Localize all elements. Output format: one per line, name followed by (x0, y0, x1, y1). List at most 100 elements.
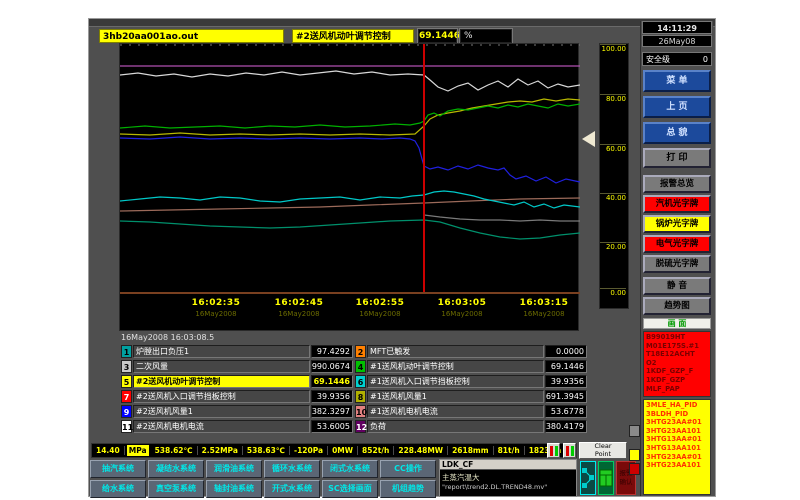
legend-value: 53.6005 (311, 420, 353, 433)
status-value: 2618mm (448, 446, 494, 455)
warning-alarm-list[interactable]: 3MLE_HA_PID3BLDH_PID3HTG23AA#013HTG23AA1… (643, 399, 711, 495)
nav-row-2: 给水系统真空泵系统轴封油系统开式水系统SC选择画面机组趋势 (89, 479, 437, 499)
legend-color-square: 3 (121, 360, 132, 373)
nav-button[interactable]: 循环水系统 (264, 460, 320, 478)
nav-button[interactable]: 凝结水系统 (148, 460, 204, 478)
value-slider-strip[interactable] (581, 43, 599, 331)
y-tick: 40.00 (600, 193, 626, 202)
alarm-plate-button[interactable]: 汽机光字牌 (643, 195, 711, 213)
x-tick: 16:02:4516May2008 (257, 298, 341, 318)
x-tick-time: 16:02:45 (257, 298, 341, 308)
legend-label: 二次风量 (133, 360, 310, 373)
x-tick: 16:03:1516May2008 (502, 298, 586, 318)
nav-button[interactable]: CC操作 (380, 460, 436, 478)
legend-row[interactable]: 9#2送风机风量1382.3297 (121, 405, 353, 418)
nav-button[interactable]: 润滑油系统 (206, 460, 262, 478)
trend-page-button[interactable]: 趋势图 (643, 297, 711, 315)
legend-row[interactable]: 10#1送风机电机电流53.6778 (355, 405, 587, 418)
legend-color-square: 12 (355, 420, 366, 433)
x-tick-time: 16:02:55 (338, 298, 422, 308)
alarm-overview-button[interactable]: 报警总览 (643, 175, 711, 193)
legend-row[interactable]: 11#2送风机电机电流53.6005 (121, 420, 353, 433)
nav-button[interactable]: 机组趋势 (380, 480, 436, 498)
nav-button[interactable]: 抽汽系统 (90, 460, 146, 478)
nav-button[interactable]: 真空泵系统 (148, 480, 204, 498)
prev-page-button[interactable]: 上 页 (643, 96, 711, 118)
alarm-entry[interactable]: 3MLE_HA_PID (646, 401, 710, 410)
print-button[interactable]: 打 印 (643, 148, 711, 168)
point-unit-box: % (460, 29, 512, 43)
message-console[interactable]: LDK_CF 主蒸汽温大 "report\trend2.DL.TREND48.m… (439, 459, 577, 497)
nav-button[interactable]: 给水系统 (90, 480, 146, 498)
alarm-plate-button[interactable]: 电气光字牌 (643, 235, 711, 253)
date-display: 26May08 (642, 35, 712, 47)
legend-value: 39.9356 (311, 390, 353, 403)
legend-row[interactable]: 6#1送风机入口调节挡板控制39.9356 (355, 375, 587, 388)
legend-value: 97.4292 (311, 345, 353, 358)
clear-point-button[interactable]: Clear Point (579, 442, 627, 459)
point-description-box[interactable]: #2送风机动叶调节控制 (292, 29, 414, 43)
alarm-entry[interactable]: 3BLDH_PID (646, 410, 710, 419)
alarm-entry[interactable]: 3HTG13AA101 (646, 444, 710, 453)
alarm-entry[interactable]: 3HTG23AA101 (646, 461, 710, 470)
mute-button[interactable]: 静 音 (643, 277, 711, 295)
legend-row[interactable]: 2MFT已触发0.0000 (355, 345, 587, 358)
menu-button[interactable]: 菜 单 (643, 70, 711, 92)
legend-row[interactable]: 12负荷380.4179 (355, 420, 587, 433)
x-tick-time: 16:03:15 (502, 298, 586, 308)
indicator-button-2[interactable] (563, 443, 576, 458)
legend-row[interactable]: 8#1送风机风量1691.3945 (355, 390, 587, 403)
mini-yellow-indicator[interactable] (629, 449, 640, 461)
slider-pointer-icon[interactable] (582, 131, 595, 147)
green-bar-icon (555, 446, 558, 456)
legend-color-square: 11 (121, 420, 132, 433)
nav-button[interactable]: 开式水系统 (264, 480, 320, 498)
alarm-entry[interactable]: T18E12ACHT (646, 350, 710, 359)
alarm-entry[interactable]: MLF_PAP (646, 385, 710, 394)
legend-value: 0.0000 (545, 345, 587, 358)
console-selected-item[interactable]: LDK_CF (440, 460, 576, 470)
curve-#1送风机动叶调节控制 (120, 104, 580, 128)
nav-button[interactable]: SC选择画面 (322, 480, 378, 498)
point-tag-box[interactable]: 3hb20aa001ao.out (99, 29, 284, 43)
legend-row[interactable]: 1炉膛出口负压197.4292 (121, 345, 353, 358)
legend-row[interactable]: 3二次风量990.0674 (121, 360, 353, 373)
overview-button[interactable]: 总 貌 (643, 122, 711, 144)
alarm-entry[interactable]: 3HTG23AA#01 (646, 453, 710, 462)
alarm-entry[interactable]: O2 (646, 359, 710, 368)
legend-value: 69.1446 (545, 360, 587, 373)
window-title-strip (89, 19, 715, 27)
indicator-button-1[interactable] (547, 443, 560, 458)
legend-value: 53.6778 (545, 405, 587, 418)
alarm-entry[interactable]: 1KDF_GZP (646, 376, 710, 385)
alarm-entry[interactable]: 3HTG23AA101 (646, 427, 710, 436)
legend-value: 39.9356 (545, 375, 587, 388)
trend-plot[interactable]: 16:02:3516May200816:02:4516May200816:02:… (119, 43, 579, 331)
legend-row[interactable]: 7#2送风机入口调节挡板控制39.9356 (121, 390, 353, 403)
legend-row[interactable]: 5#2送风机动叶调节控制69.1446 (121, 375, 353, 388)
status-value: 0MW (328, 446, 358, 455)
mini-red-indicator[interactable] (629, 463, 640, 475)
alarm-plate-buttons: 汽机光字牌锅炉光字牌电气光字牌脱硫光字牌 (641, 193, 713, 273)
network-nodes-icon[interactable] (580, 461, 596, 495)
legend-row[interactable]: 4#1送风机动叶调节控制69.1446 (355, 360, 587, 373)
mini-grid-button[interactable] (629, 425, 640, 437)
clear-point-label-2: Point (580, 451, 626, 459)
nav-button[interactable]: 闭式水系统 (322, 460, 378, 478)
alarm-plate-button[interactable]: 锅炉光字牌 (643, 215, 711, 233)
status-value: -120Pa (290, 446, 328, 455)
alarm-entry[interactable]: B99019HT (646, 333, 710, 342)
alarm-entry[interactable]: 3HTG13AA#01 (646, 435, 710, 444)
alarm-plate-button[interactable]: 脱硫光字牌 (643, 255, 711, 273)
nav-button[interactable]: 轴封油系统 (206, 480, 262, 498)
alarm-entry[interactable]: M01E175S.#1 (646, 342, 710, 351)
critical-alarm-list[interactable]: B99019HTM01E175S.#1T18E12ACHTO21KDF_GZP_… (643, 331, 711, 397)
process-status-bar: 14.40MPa538.62℃2.52MPa538.63℃-120Pa0MW85… (91, 443, 577, 458)
red-bar-icon (550, 446, 553, 456)
screen-window-icon[interactable] (598, 461, 614, 495)
alarm-entry[interactable]: 1KDF_GZP_F (646, 367, 710, 376)
status-value: 228.48MW (394, 446, 448, 455)
alarm-entry[interactable]: 3HTG23AA#01 (646, 418, 710, 427)
x-tick-date: 16May2008 (420, 310, 504, 318)
console-path: "report\trend2.DL.TREND48.mv" (440, 483, 576, 491)
